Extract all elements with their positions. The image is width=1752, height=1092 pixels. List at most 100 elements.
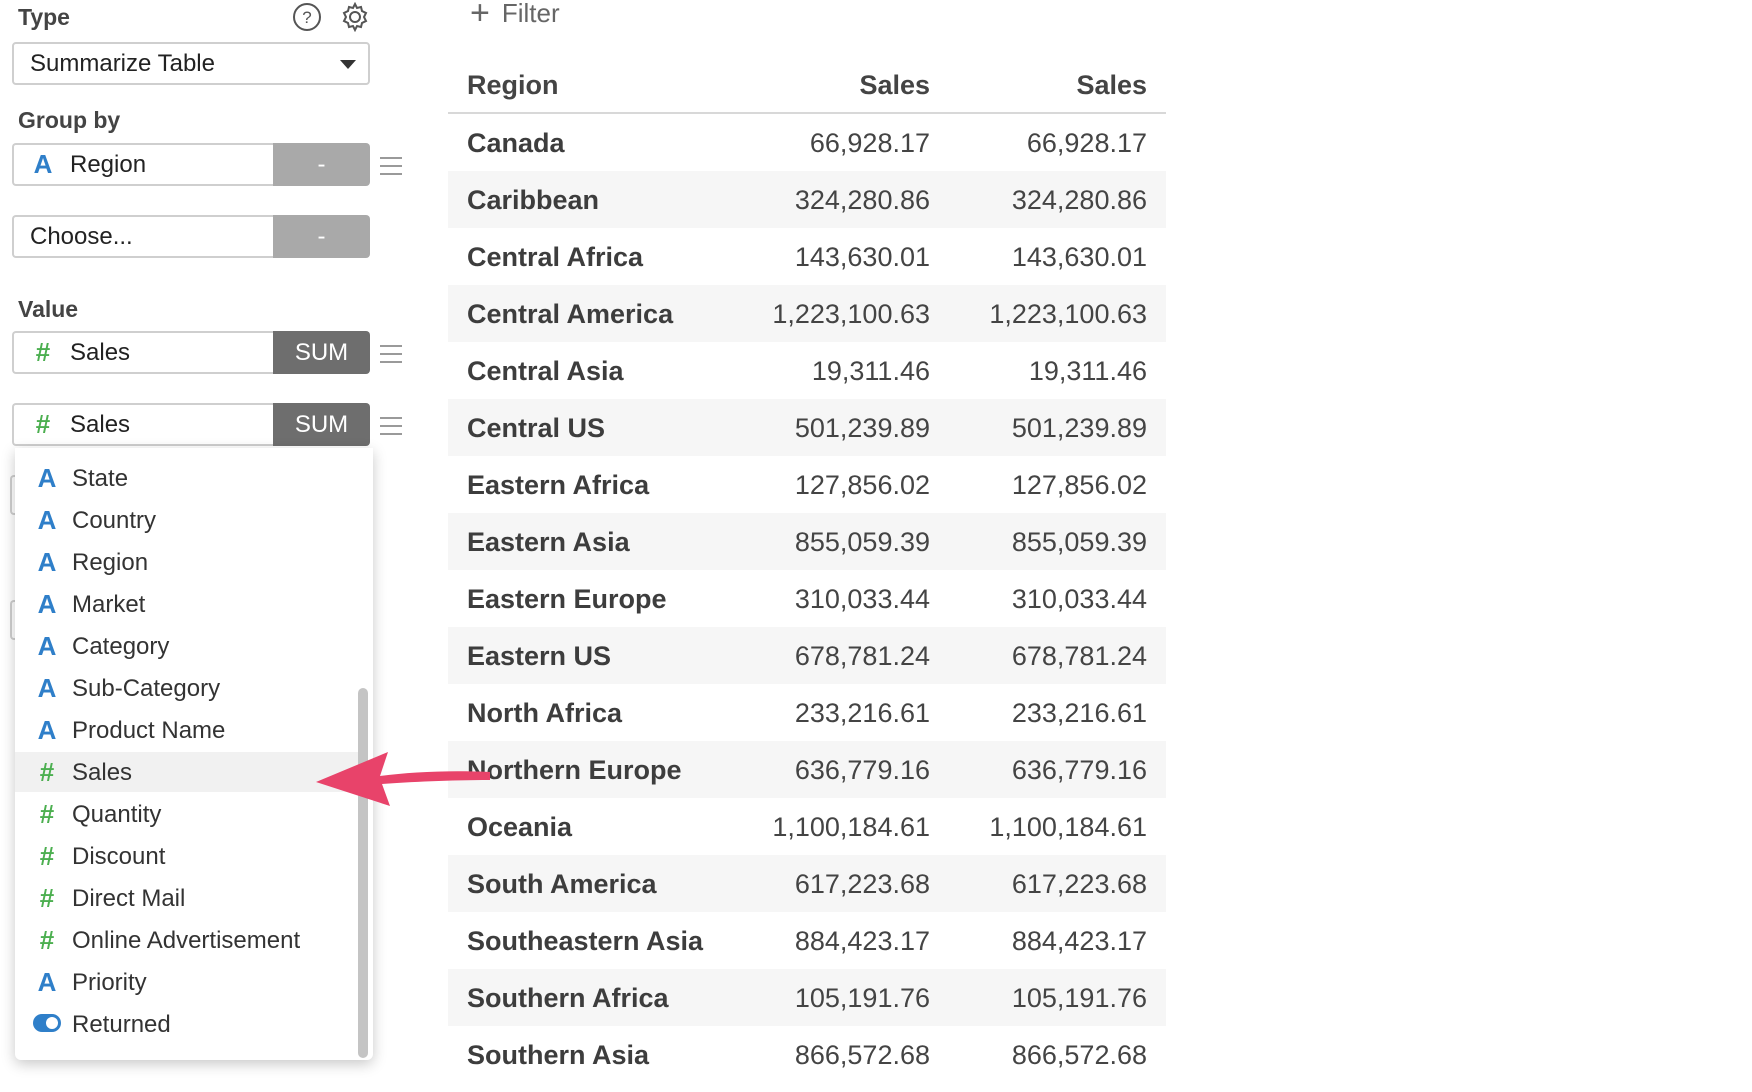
dropdown-option[interactable]: # Online Advertisement (15, 920, 359, 960)
value-field-2-selector[interactable]: # Sales (12, 403, 273, 446)
table-row: Eastern US 678,781.24 678,781.24 (448, 627, 1166, 684)
dropdown-option-label: Country (72, 507, 157, 534)
column-header-sales-1[interactable]: Sales (859, 70, 930, 101)
dropdown-option[interactable]: A Country (15, 500, 359, 540)
group-by-field-selector[interactable]: A Region (12, 143, 273, 186)
aggregation-button[interactable]: SUM (273, 403, 370, 446)
region-cell: Caribbean (467, 185, 600, 215)
group-by-choose[interactable]: Choose... - (12, 215, 370, 258)
help-icon[interactable]: ? (292, 2, 322, 32)
dropdown-option[interactable]: # Quantity (15, 794, 359, 834)
region-cell: South America (467, 869, 657, 899)
text-type-icon: A (37, 715, 57, 745)
sales-cell: 617,223.68 (794, 869, 930, 899)
dropdown-option-label: Direct Mail (72, 885, 186, 912)
remove-group-button[interactable]: - (273, 143, 370, 186)
plus-icon: + (470, 0, 490, 32)
sales-cell: 143,630.01 (1011, 242, 1147, 272)
group-by-field-name: Region (70, 151, 147, 178)
value-field-2[interactable]: # Sales SUM (12, 403, 370, 446)
dropdown-option-label: Discount (72, 843, 166, 870)
dropdown-option-label: Returned (72, 1011, 171, 1038)
choose-placeholder: Choose... (30, 223, 133, 250)
aggregation-button[interactable]: SUM (273, 331, 370, 374)
text-type-icon: A (37, 505, 57, 535)
sales-cell: 127,856.02 (794, 470, 930, 500)
dropdown-option[interactable]: # Direct Mail (15, 878, 359, 918)
sales-cell: 1,100,184.61 (989, 812, 1147, 842)
region-cell: Eastern Asia (467, 527, 630, 557)
sales-cell: 105,191.76 (1011, 983, 1147, 1013)
sales-cell: 678,781.24 (794, 641, 930, 671)
table-header: Region Sales Sales (448, 60, 1166, 114)
filter-button[interactable]: + Filter (470, 0, 560, 33)
sales-cell: 66,928.17 (809, 128, 930, 158)
number-type-icon: # (39, 883, 55, 913)
dropdown-option-label: Product Name (72, 717, 226, 744)
number-type-icon: # (39, 757, 55, 787)
dropdown-option[interactable]: A Sub-Category (15, 668, 359, 708)
sales-cell: 19,311.46 (1028, 356, 1147, 386)
summary-table: Region Sales Sales Canada 66,928.17 66,928… (448, 60, 1166, 1083)
region-cell: Central US (467, 413, 606, 443)
dropdown-option-label: Online Advertisement (72, 927, 301, 954)
sales-cell: 1,100,184.61 (772, 812, 930, 842)
column-header-sales-2[interactable]: Sales (1076, 70, 1147, 101)
chevron-down-icon (340, 60, 356, 69)
dropdown-option[interactable]: A Product Name (15, 710, 359, 750)
table-row: Oceania 1,100,184.61 1,100,184.61 (448, 798, 1166, 855)
sales-cell: 678,781.24 (1011, 641, 1147, 671)
sales-cell: 310,033.44 (794, 584, 930, 614)
group-by-choose-selector[interactable]: Choose... (12, 215, 273, 258)
dropdown-option-label: Sub-Category (72, 675, 221, 702)
sales-cell: 884,423.17 (1011, 926, 1147, 956)
dropdown-option[interactable]: # Sales (15, 752, 359, 792)
sales-cell: 866,572.68 (794, 1040, 930, 1070)
dropdown-option[interactable]: Returned (15, 1004, 359, 1044)
gear-icon[interactable] (340, 2, 370, 32)
annotation-arrow-icon (316, 752, 490, 806)
sales-cell: 310,033.44 (1011, 584, 1147, 614)
table-row: Northern Europe 636,779.16 636,779.16 (448, 741, 1166, 798)
svg-text:?: ? (302, 8, 311, 27)
table-row: Central Asia 19,311.46 19,311.46 (448, 342, 1166, 399)
dropdown-option[interactable]: A Priority (15, 962, 359, 1002)
type-select[interactable]: Summarize Table (12, 42, 370, 85)
sales-cell: 501,239.89 (1011, 413, 1147, 443)
dropdown-option[interactable]: A Category (15, 626, 359, 666)
text-type-icon: A (37, 589, 57, 619)
sales-cell: 1,223,100.63 (772, 299, 930, 329)
column-header-region[interactable]: Region (467, 70, 559, 101)
drag-handle-icon[interactable] (380, 345, 402, 363)
dropdown-option-label: Category (72, 633, 170, 660)
boolean-type-icon (33, 1014, 61, 1032)
value-field-1-selector[interactable]: # Sales (12, 331, 273, 374)
dropdown-option-label: Sales (72, 759, 133, 786)
dropdown-option-label: Market (72, 591, 146, 618)
sales-cell: 866,572.68 (1011, 1040, 1147, 1070)
dropdown-option[interactable]: A State (15, 458, 359, 498)
dropdown-option[interactable]: # Discount (15, 836, 359, 876)
region-cell: Southern Asia (467, 1040, 650, 1070)
value-field-name: Sales (70, 411, 131, 438)
region-cell: Eastern Europe (467, 584, 667, 614)
text-type-icon: A (33, 149, 53, 179)
region-cell: Central Asia (467, 356, 624, 386)
sales-cell: 636,779.16 (1011, 755, 1147, 785)
drag-handle-icon[interactable] (380, 417, 402, 435)
value-field-1[interactable]: # Sales SUM (12, 331, 370, 374)
filter-label: Filter (501, 0, 560, 28)
region-cell: North Africa (467, 698, 623, 728)
remove-choose-button[interactable]: - (273, 215, 370, 258)
number-type-icon: # (39, 799, 55, 829)
dropdown-option[interactable]: A Region (15, 542, 359, 582)
table-row: Eastern Africa 127,856.02 127,856.02 (448, 456, 1166, 513)
table-row: Canada 66,928.17 66,928.17 (448, 114, 1166, 171)
sales-cell: 855,059.39 (1011, 527, 1147, 557)
table-row: Central America 1,223,100.63 1,223,100.63 (448, 285, 1166, 342)
sales-cell: 19,311.46 (811, 356, 930, 386)
table-row: North Africa 233,216.61 233,216.61 (448, 684, 1166, 741)
group-by-field[interactable]: A Region - (12, 143, 370, 186)
drag-handle-icon[interactable] (380, 157, 402, 175)
dropdown-option[interactable]: A Market (15, 584, 359, 624)
